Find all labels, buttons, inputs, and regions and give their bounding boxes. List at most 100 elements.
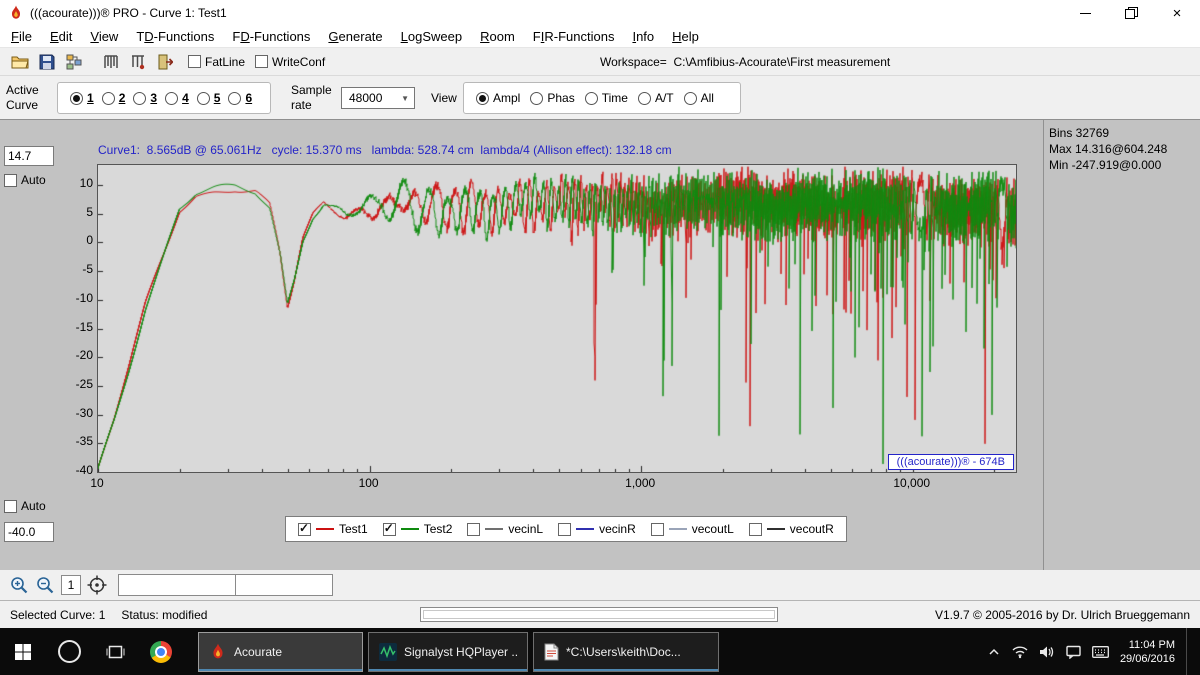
menu-item-view[interactable]: View	[81, 27, 127, 46]
taskbar-app-acourate[interactable]: Acourate	[198, 632, 363, 672]
menu-item-room[interactable]: Room	[471, 27, 524, 46]
menu-item-edit[interactable]: Edit	[41, 27, 81, 46]
menu-item-fd-functions[interactable]: FD-Functions	[223, 27, 319, 46]
fatline-checkbox[interactable]: FatLine	[188, 55, 245, 69]
view-option-ampl[interactable]: Ampl	[476, 91, 520, 105]
minimize-button[interactable]	[1062, 0, 1108, 26]
active-curve-option-1[interactable]: 1	[70, 91, 94, 105]
view-option-label: A/T	[655, 91, 674, 105]
sample-rate-select[interactable]: 48000 ▼	[341, 87, 415, 109]
view-option-a-t[interactable]: A/T	[638, 91, 674, 105]
view-option-all[interactable]: All	[684, 91, 714, 105]
restore-icon	[1125, 7, 1138, 19]
menu-item-info[interactable]: Info	[623, 27, 663, 46]
legend-item-test1[interactable]: Test1	[298, 522, 368, 536]
sample-rate-label: Sample rate	[291, 83, 332, 113]
speaker-icon	[1039, 645, 1055, 659]
coord-input-2[interactable]	[235, 574, 333, 596]
windows-logo-icon	[14, 643, 32, 661]
main-area: Auto Curve1: 8.565dB @ 65.061Hz cycle: 1…	[0, 120, 1200, 570]
writeconf-checkbox[interactable]: WriteConf	[255, 55, 325, 69]
min-value: Min -247.919@0.000	[1049, 157, 1167, 173]
volume-button[interactable]	[1039, 645, 1055, 659]
auto-top-checkbox[interactable]: Auto	[4, 173, 46, 187]
open-button[interactable]	[6, 50, 33, 74]
zoom-in-button[interactable]	[6, 572, 32, 598]
menu-item-generate[interactable]: Generate	[319, 27, 391, 46]
show-desktop-button[interactable]	[1186, 628, 1192, 675]
view-option-label: Ampl	[493, 91, 520, 105]
comb-tool-button-1[interactable]	[97, 50, 124, 74]
legend-item-vecinl[interactable]: vecinL	[467, 522, 543, 536]
save-button[interactable]	[33, 50, 60, 74]
target-button[interactable]	[84, 572, 110, 598]
legend-item-vecinr[interactable]: vecinR	[558, 522, 636, 536]
restore-button[interactable]	[1108, 0, 1154, 26]
panel-divider	[1043, 120, 1044, 570]
tray-date: 29/06/2016	[1120, 652, 1175, 666]
active-curve-option-label: 2	[119, 91, 126, 105]
zoom-out-button[interactable]	[32, 572, 58, 598]
status-text: Status: modified	[121, 608, 207, 622]
chevron-up-icon	[987, 645, 1001, 659]
chrome-button[interactable]	[138, 628, 184, 675]
view-option-time[interactable]: Time	[585, 91, 628, 105]
taskbar-app-signalyst-hqplayer[interactable]: Signalyst HQPlayer ...	[368, 632, 528, 672]
touch-keyboard-button[interactable]	[1092, 646, 1109, 658]
legend-item-vecoutl[interactable]: vecoutL	[651, 522, 734, 536]
ymax-input[interactable]	[4, 146, 54, 166]
menu-item-file[interactable]: File	[2, 27, 41, 46]
active-curve-option-2[interactable]: 2	[102, 91, 126, 105]
acourate-flame-icon	[209, 643, 227, 661]
comb-icon	[103, 54, 119, 70]
flowchart-icon	[66, 54, 82, 70]
view-option-phas[interactable]: Phas	[530, 91, 574, 105]
taskbar-app-c-users-keith-doc[interactable]: *C:\Users\keith\Doc...	[533, 632, 719, 672]
acourate-flame-icon	[8, 5, 24, 21]
menu-item-fir-functions[interactable]: FIR-Functions	[524, 27, 624, 46]
active-curve-option-3[interactable]: 3	[133, 91, 157, 105]
notification-button[interactable]	[1066, 645, 1081, 659]
radio-icon	[585, 92, 598, 105]
exit-button[interactable]	[151, 50, 178, 74]
menu-item-help[interactable]: Help	[663, 27, 708, 46]
zoom-in-icon	[9, 575, 29, 595]
close-button[interactable]: ×	[1154, 0, 1200, 26]
selected-curve-text: Selected Curve: 1	[10, 608, 105, 622]
clock[interactable]: 11:04 PM 29/06/2016	[1120, 638, 1175, 666]
view-option-label: All	[701, 91, 714, 105]
network-button[interactable]	[1012, 645, 1028, 659]
cortana-button[interactable]	[46, 628, 92, 675]
y-tick-label: -30	[59, 406, 93, 420]
exit-door-icon	[157, 54, 173, 70]
taskbar-app-icon	[379, 643, 397, 661]
stats-panel: Bins 32769 Max 14.316@604.248 Min -247.9…	[1049, 125, 1167, 173]
active-curve-option-6[interactable]: 6	[228, 91, 252, 105]
radio-icon	[165, 92, 178, 105]
zoom-out-icon	[35, 575, 55, 595]
taskbar-app-icon	[544, 643, 559, 661]
plot-area[interactable]: (((acourate)))® - 674B	[97, 164, 1017, 473]
active-curve-option-4[interactable]: 4	[165, 91, 189, 105]
legend-label: vecinL	[508, 522, 543, 536]
active-curve-option-5[interactable]: 5	[197, 91, 221, 105]
x-tick-label: 10	[67, 476, 127, 490]
task-view-button[interactable]	[92, 628, 138, 675]
start-button[interactable]	[0, 628, 46, 675]
coord-input-1[interactable]	[118, 574, 236, 596]
checkbox-icon	[188, 55, 201, 68]
legend-item-test2[interactable]: Test2	[383, 522, 453, 536]
menu-item-logsweep[interactable]: LogSweep	[392, 27, 471, 46]
save-floppy-icon	[39, 54, 55, 70]
crosshair-target-icon	[87, 575, 107, 595]
series-color-swatch	[401, 528, 419, 530]
tray-expand-button[interactable]	[987, 645, 1001, 659]
zoom-level-button[interactable]: 1	[61, 575, 81, 595]
auto-bottom-checkbox[interactable]: Auto	[4, 499, 46, 513]
comb-tool-button-2[interactable]	[124, 50, 151, 74]
menu-item-td-functions[interactable]: TD-Functions	[127, 27, 223, 46]
ymin-input[interactable]	[4, 522, 54, 542]
flowchart-button[interactable]	[60, 50, 87, 74]
frequency-response-chart[interactable]	[98, 165, 1016, 472]
legend-item-vecoutr[interactable]: vecoutR	[749, 522, 834, 536]
